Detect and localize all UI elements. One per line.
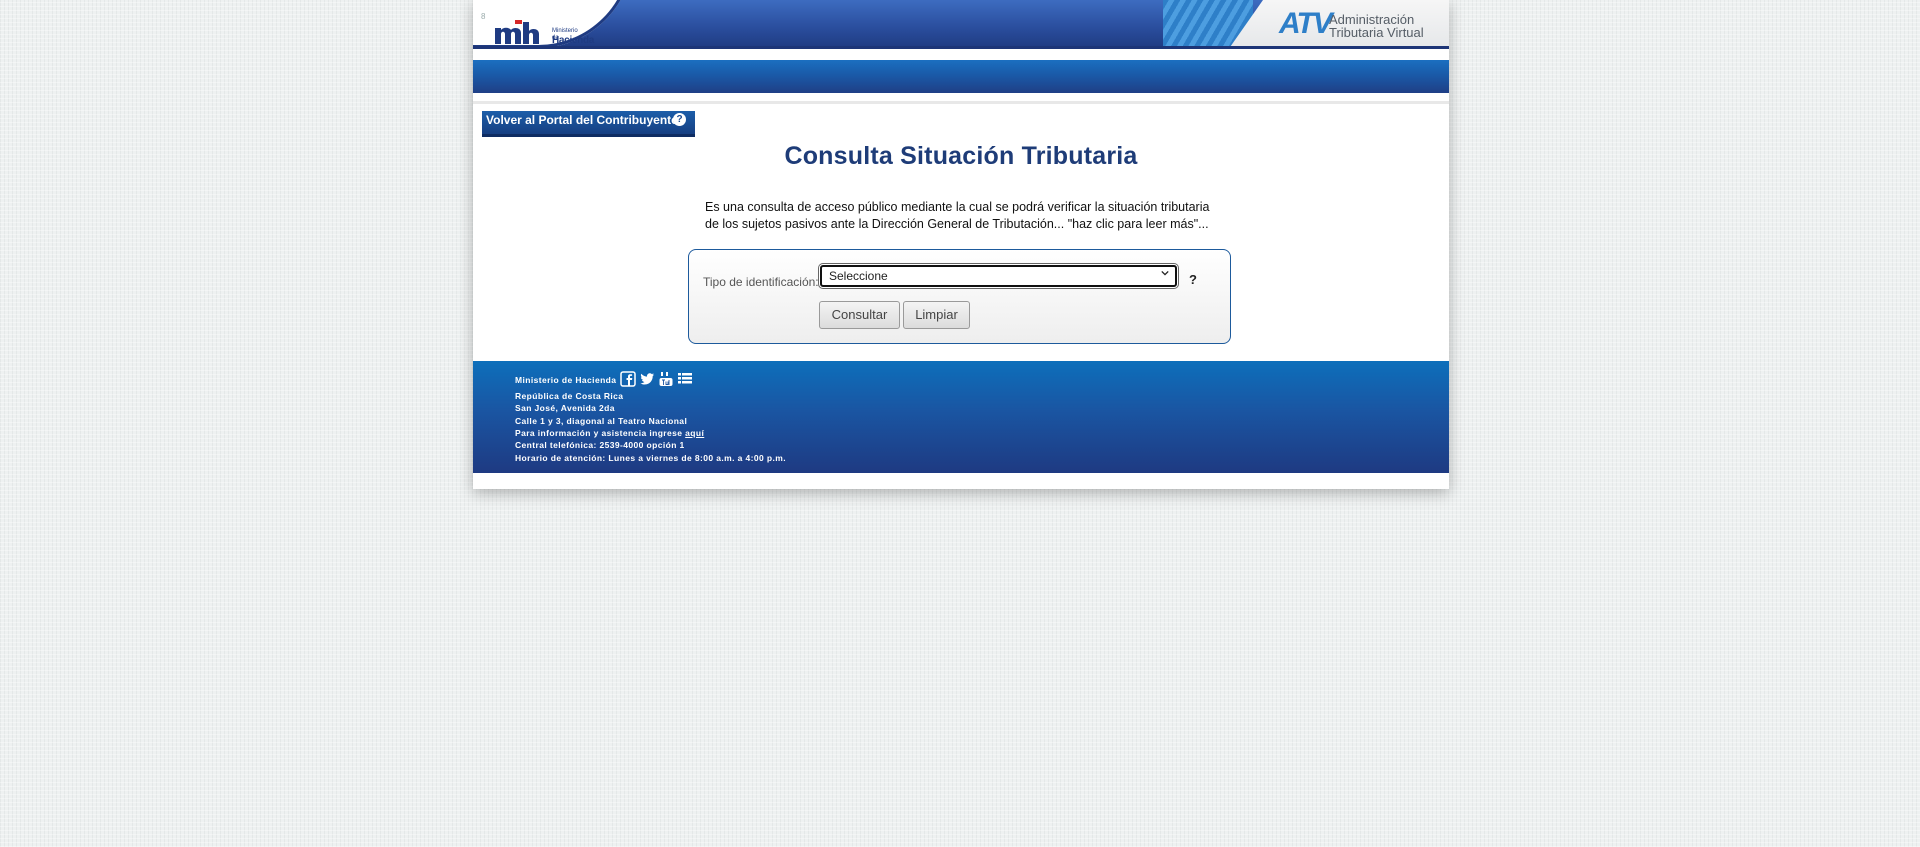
youtube-icon[interactable] [658, 371, 674, 387]
page-container: 8 Ministerio de Hacienda ATV Administrac… [473, 0, 1449, 489]
consult-form: Tipo de identificación: Seleccione ? Con… [688, 249, 1231, 344]
footer-city: San José, Avenida 2da [515, 403, 615, 413]
intro-line-1: Es una consulta de acceso público median… [705, 200, 1210, 214]
help-icon[interactable]: ? [673, 113, 686, 126]
footer-phone: Central telefónica: 2539-4000 opción 1 [515, 440, 685, 450]
atv-title-line2: Tributaria Virtual [1329, 25, 1424, 40]
nav-separator [473, 101, 1449, 104]
navigation-bar [473, 60, 1449, 93]
id-type-help-icon[interactable]: ? [1189, 272, 1197, 287]
back-to-portal-label: Volver al Portal del Contribuyente [486, 113, 678, 127]
intro-text[interactable]: Es una consulta de acceso público median… [705, 199, 1235, 233]
footer-country: República de Costa Rica [515, 391, 624, 401]
twitter-icon[interactable] [639, 371, 655, 387]
id-type-select[interactable]: Seleccione [820, 265, 1177, 287]
site-footer: Ministerio de Hacienda República de Cost [473, 361, 1449, 473]
limpiar-button[interactable]: Limpiar [903, 301, 970, 329]
facebook-icon[interactable] [620, 371, 636, 387]
list-icon[interactable] [677, 371, 693, 387]
footer-ministry: Ministerio de Hacienda [515, 375, 617, 385]
footer-info: Para información y asistencia ingrese aq… [515, 428, 704, 438]
chevron-down-icon [1161, 270, 1169, 276]
header-divider [473, 46, 1449, 49]
header-tiny-mark: 8 [481, 12, 486, 21]
footer-address: Calle 1 y 3, diagonal al Teatro Nacional [515, 416, 688, 426]
mh-logo-icon [495, 20, 539, 44]
footer-info-prefix: Para información y asistencia ingrese [515, 428, 683, 438]
intro-line-2: de los sujetos pasivos ante la Dirección… [705, 217, 1209, 231]
ministry-name: Hacienda [552, 35, 595, 46]
id-type-label: Tipo de identificación: [703, 275, 819, 289]
site-header: 8 Ministerio de Hacienda ATV Administrac… [473, 0, 1449, 50]
consultar-button[interactable]: Consultar [819, 301, 900, 329]
page-title: Consulta Situación Tributaria [784, 142, 1138, 170]
id-type-selected-value: Seleccione [829, 269, 888, 283]
footer-hours: Horario de atención: Lunes a viernes de … [515, 453, 786, 463]
footer-info-link[interactable]: aquí [685, 428, 704, 438]
atv-mark: ATV [1279, 7, 1333, 40]
back-to-portal-link[interactable]: Volver al Portal del Contribuyente ? [482, 111, 695, 137]
